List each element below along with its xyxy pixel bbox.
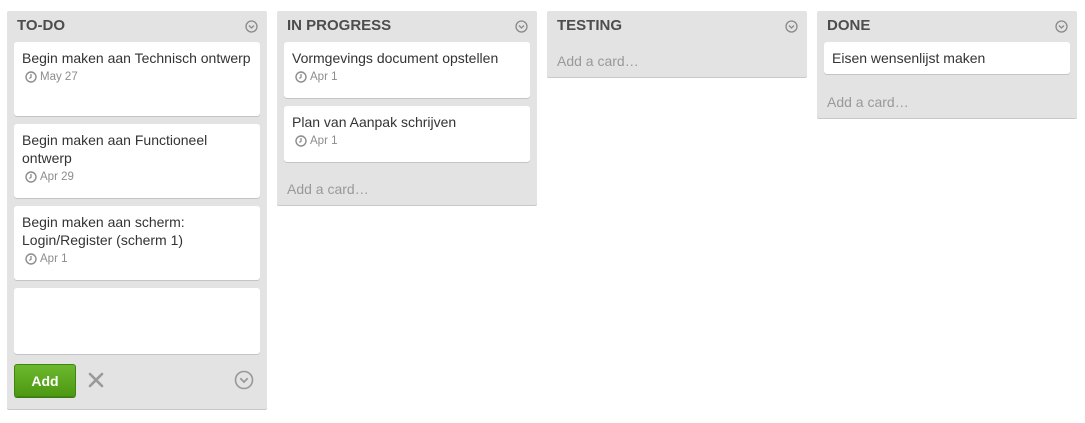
card[interactable]: Begin maken aan Technisch ontwerp May 27: [14, 42, 260, 116]
list-header: DONE: [817, 11, 1077, 39]
due-date-badge: Apr 1: [292, 135, 522, 147]
list-todo: TO-DO Begin maken aan Technisch ontwerp …: [7, 11, 267, 409]
list-header: TESTING: [547, 11, 807, 39]
list-header: IN PROGRESS: [277, 11, 537, 39]
clock-icon: [25, 71, 37, 83]
clock-icon: [295, 135, 307, 147]
card-title: Vormgevings document opstellen: [292, 50, 499, 66]
list-done: DONE Eisen wensenlijst maken Add a card…: [817, 11, 1077, 118]
add-card-link[interactable]: Add a card…: [827, 94, 909, 110]
add-card-link[interactable]: Add a card…: [287, 181, 369, 197]
card-title: Eisen wensenlijst maken: [832, 50, 986, 66]
card[interactable]: Begin maken aan Functioneel ontwerp Apr …: [14, 124, 260, 198]
due-date: May 27: [40, 71, 78, 83]
due-date-badge: Apr 1: [292, 71, 522, 83]
list-title: TESTING: [557, 17, 623, 34]
chevron-circle-down-icon[interactable]: [234, 370, 254, 390]
due-date-badge: Apr 1: [22, 253, 252, 265]
list-title: DONE: [827, 17, 871, 34]
due-date: Apr 1: [40, 253, 68, 265]
clock-icon: [295, 71, 307, 83]
list-title: IN PROGRESS: [287, 17, 392, 34]
card[interactable]: Plan van Aanpak schrijven Apr 1: [284, 106, 530, 162]
card-composer-textarea[interactable]: [14, 288, 260, 354]
add-card-button[interactable]: Add: [14, 364, 76, 397]
list-header: TO-DO: [7, 11, 267, 39]
chevron-circle-down-icon[interactable]: [515, 20, 528, 33]
due-date: Apr 1: [310, 71, 338, 83]
card[interactable]: Eisen wensenlijst maken: [824, 42, 1070, 74]
due-date-badge: Apr 29: [22, 171, 252, 183]
due-date: Apr 1: [310, 135, 338, 147]
card-title: Begin maken aan Technisch ontwerp: [22, 50, 251, 66]
add-card-link[interactable]: Add a card…: [557, 53, 639, 69]
clock-icon: [25, 171, 37, 183]
chevron-circle-down-icon[interactable]: [785, 20, 798, 33]
list-title: TO-DO: [17, 17, 66, 34]
clock-icon: [25, 253, 37, 265]
chevron-circle-down-icon[interactable]: [1055, 20, 1068, 33]
list-in-progress: IN PROGRESS Vormgevings document opstell…: [277, 11, 537, 205]
chevron-circle-down-icon[interactable]: [245, 20, 258, 33]
card-title: Plan van Aanpak schrijven: [292, 114, 457, 130]
due-date: Apr 29: [40, 171, 74, 183]
due-date-badge: May 27: [22, 71, 252, 83]
card-title: Begin maken aan Functioneel ontwerp: [22, 132, 208, 166]
card[interactable]: Vormgevings document opstellen Apr 1: [284, 42, 530, 98]
close-icon[interactable]: [87, 371, 105, 389]
card-title: Begin maken aan scherm: Login/Register (…: [22, 214, 185, 248]
list-testing: TESTING Add a card…: [547, 11, 807, 77]
card[interactable]: Begin maken aan scherm: Login/Register (…: [14, 206, 260, 280]
